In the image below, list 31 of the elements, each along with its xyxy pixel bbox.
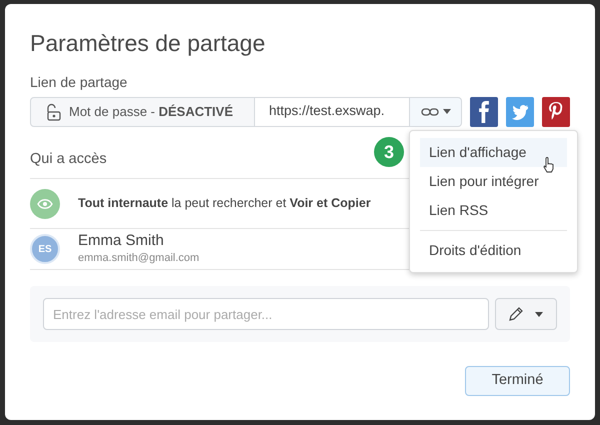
- link-dropdown-button[interactable]: [410, 96, 462, 127]
- access-description: Tout internaute la peut rechercher et Voir et Copier: [78, 195, 371, 212]
- caret-icon: [535, 312, 543, 317]
- user-email: emma.smith@gmail.com: [78, 251, 200, 266]
- caret-icon: [442, 109, 450, 114]
- done-button[interactable]: Terminé: [465, 366, 570, 396]
- user-name: Emma Smith: [78, 232, 165, 250]
- pinterest-icon: [549, 102, 563, 122]
- twitter-share-button[interactable]: [506, 96, 534, 127]
- facebook-icon: [479, 100, 489, 123]
- hand-cursor-icon: [543, 156, 555, 173]
- pinterest-share-button[interactable]: [542, 96, 570, 127]
- menu-item[interactable]: Lien pour intégrer: [420, 167, 567, 196]
- facebook-share-button[interactable]: [470, 96, 498, 127]
- menu-item[interactable]: Lien RSS: [420, 196, 567, 225]
- menu-item[interactable]: Droits d'édition: [420, 236, 567, 265]
- bird-icon: [512, 104, 528, 120]
- permission-dropdown-button[interactable]: [495, 298, 557, 330]
- link-icon: [420, 106, 438, 117]
- pencil-icon: [509, 307, 523, 322]
- password-button[interactable]: Mot de passe - DÉSACTIVÉ: [30, 96, 255, 127]
- step-badge: 3: [374, 137, 404, 167]
- unlock-icon: [45, 102, 61, 121]
- dialog-title: Paramètres de partage: [30, 30, 266, 58]
- url-field[interactable]: https://test.exswap.: [255, 96, 410, 127]
- section-label: Lien de partage: [30, 72, 128, 92]
- menu-item[interactable]: Lien d'affichage: [420, 138, 567, 167]
- section-heading: Qui a accès: [30, 150, 107, 169]
- avatar: ES: [30, 234, 60, 264]
- email-field[interactable]: Entrez l'adresse email pour partager...: [43, 298, 489, 330]
- visibility-icon: [30, 188, 60, 219]
